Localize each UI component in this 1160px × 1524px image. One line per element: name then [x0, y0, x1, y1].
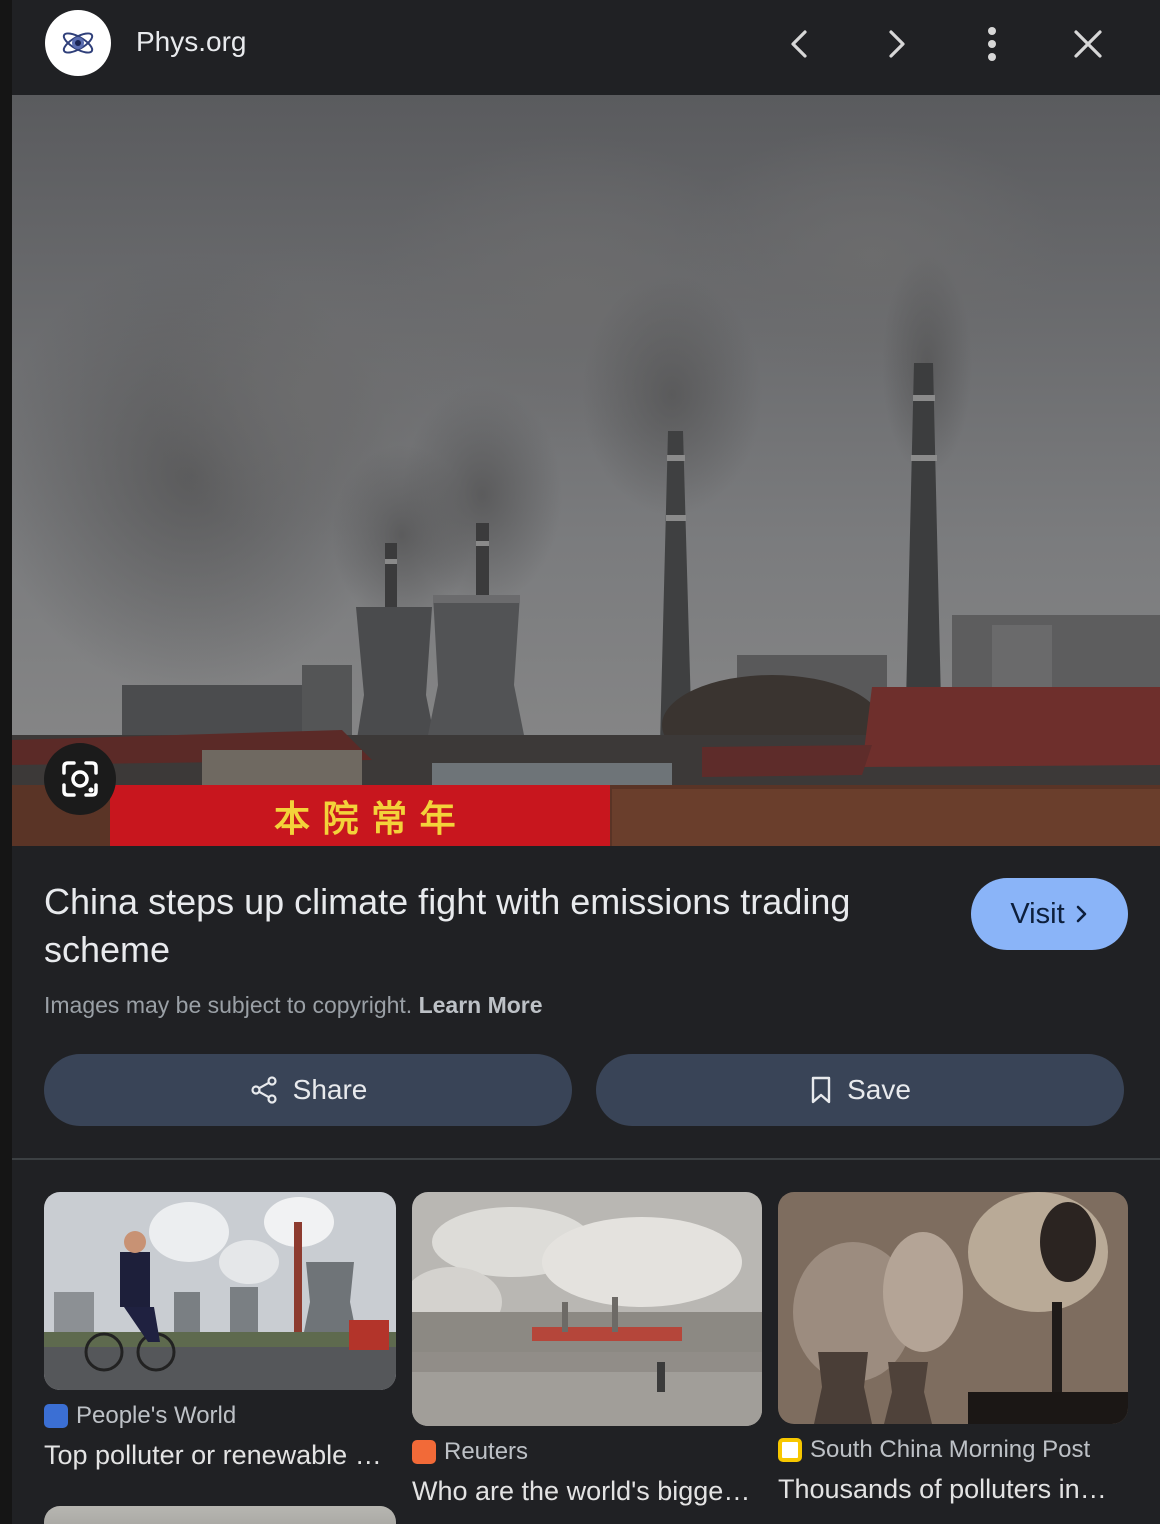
- next-button[interactable]: [872, 20, 920, 68]
- scmp-favicon-icon: [778, 1438, 802, 1462]
- power-plant-photo: 本 院 常 年: [12, 95, 1160, 846]
- card-title: Top polluter or renewable energy leader?…: [44, 1440, 396, 1470]
- related-thumbnail: [778, 1192, 1128, 1424]
- section-divider: [12, 1158, 1160, 1160]
- save-label: Save: [847, 1074, 911, 1105]
- copyright-notice: Images may be subject to copyright. Lear…: [44, 992, 543, 1019]
- banner-text: 本 院 常 年: [274, 799, 456, 840]
- learn-more-link[interactable]: Learn More: [419, 992, 543, 1018]
- previous-button[interactable]: [776, 20, 824, 68]
- site-logo[interactable]: [45, 10, 111, 76]
- visit-label: Visit: [1010, 897, 1065, 930]
- card-source-name: People's World: [76, 1402, 237, 1429]
- result-title[interactable]: China steps up climate fight with emissi…: [44, 878, 914, 974]
- lens-icon: [62, 761, 98, 797]
- visit-button[interactable]: Visit: [971, 878, 1128, 950]
- hero-image[interactable]: 本 院 常 年: [12, 95, 1160, 846]
- bookmark-icon: [811, 1076, 831, 1104]
- related-card-reuters[interactable]: Reuters Who are the world's biggest poll…: [412, 1192, 762, 1506]
- lens-search-button[interactable]: [44, 743, 116, 815]
- card-title: Who are the world's biggest polluters?: [412, 1476, 762, 1506]
- card-source: South China Morning Post: [778, 1436, 1090, 1464]
- related-thumbnail: [44, 1192, 396, 1390]
- card-source-name: South China Morning Post: [810, 1436, 1091, 1463]
- save-button[interactable]: Save: [596, 1054, 1124, 1126]
- preview-header: Phys.org: [12, 0, 1160, 95]
- card-title: Thousands of polluters in China...: [778, 1474, 1108, 1504]
- globe-favicon-icon: [44, 1404, 68, 1428]
- image-preview-panel: Phys.org 本 院 常 年 China steps up climate …: [12, 0, 1160, 1524]
- chevron-left-icon: [791, 30, 807, 58]
- share-icon: [251, 1076, 277, 1104]
- related-card-scmp[interactable]: South China Morning Post Thousands of po…: [778, 1192, 1128, 1504]
- more-vert-icon: [988, 27, 996, 61]
- copyright-text: Images may be subject to copyright.: [44, 992, 413, 1018]
- site-name[interactable]: Phys.org: [136, 26, 247, 58]
- share-label: Share: [292, 1074, 368, 1105]
- atom-logo-icon: [62, 32, 94, 54]
- close-button[interactable]: [1064, 20, 1112, 68]
- card-source: People's World: [44, 1402, 236, 1430]
- chevron-right-icon: [889, 30, 905, 58]
- card-source-name: Reuters: [444, 1438, 529, 1465]
- reuters-favicon-icon: [412, 1440, 436, 1464]
- close-icon: [1074, 30, 1102, 58]
- share-button[interactable]: Share: [44, 1054, 572, 1126]
- left-edge-strip: [0, 0, 12, 1524]
- related-thumbnail-partial[interactable]: [44, 1506, 396, 1524]
- related-thumbnail: [412, 1192, 762, 1426]
- card-source: Reuters: [412, 1438, 528, 1466]
- related-card-peoples-world[interactable]: People's World Top polluter or renewable…: [44, 1192, 396, 1470]
- chevron-right-icon: [1076, 905, 1086, 923]
- more-options-button[interactable]: [968, 20, 1016, 68]
